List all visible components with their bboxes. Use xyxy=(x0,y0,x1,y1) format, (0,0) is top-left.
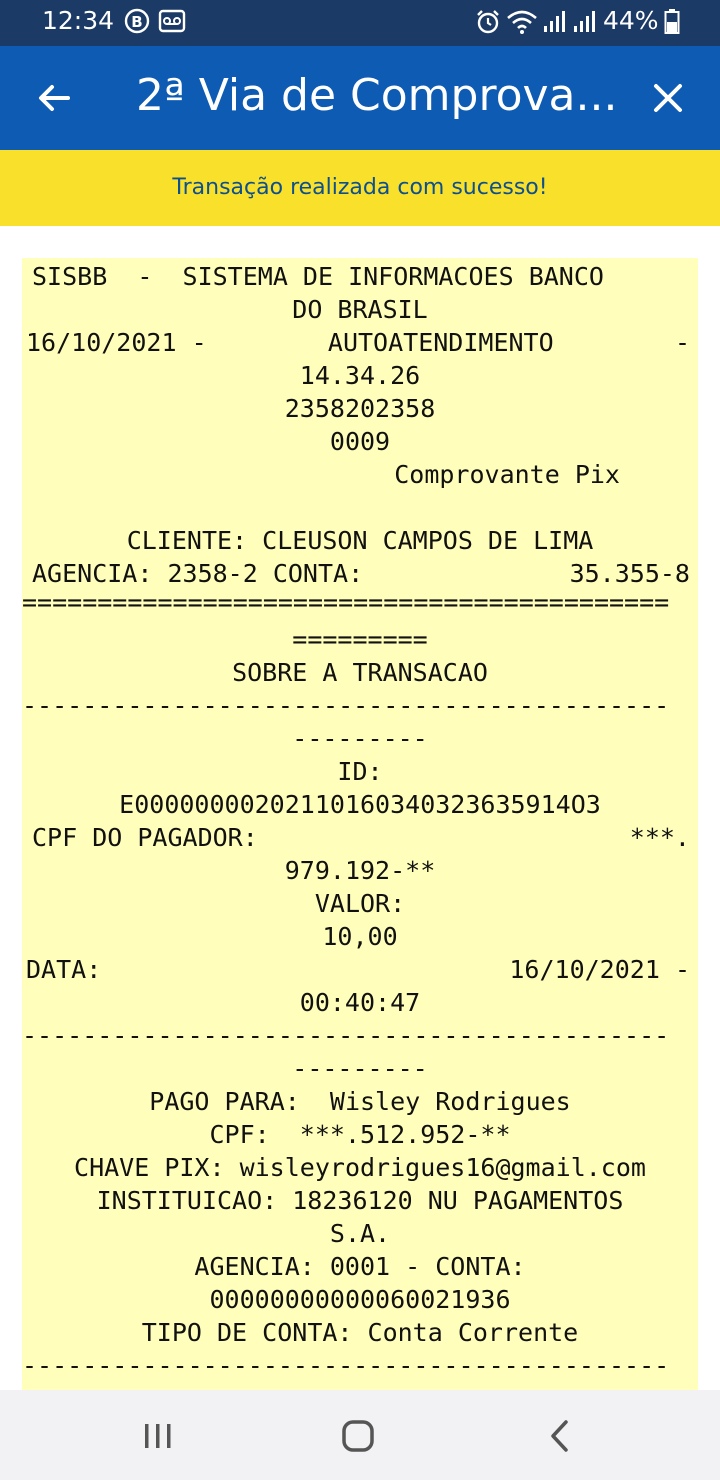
receipt-header-line: DO BRASIL xyxy=(292,295,428,324)
alarm-icon xyxy=(477,10,499,34)
app-bar: 2ª Via de Comprova... xyxy=(0,46,720,150)
separator: --------- xyxy=(292,1054,428,1083)
separator: ========= xyxy=(292,625,428,654)
status-bar: 12:34 B 44% xyxy=(0,0,720,46)
date-label: DATA: xyxy=(26,955,102,984)
separator: --------- xyxy=(292,724,428,753)
id-label: ID: xyxy=(337,757,383,786)
chevron-left-icon[interactable] xyxy=(538,1414,582,1458)
separator: ========================================… xyxy=(22,588,670,617)
b-badge-icon: B xyxy=(124,8,150,34)
payee-account: 00000000000060021936 xyxy=(209,1285,511,1314)
separator: ----------------------------------------… xyxy=(22,1351,670,1380)
id-value: E00000000202110160340323635914O3 xyxy=(119,790,601,819)
receipt-channel: AUTOATENDIMENTO xyxy=(327,328,554,357)
arrow-left-icon[interactable] xyxy=(32,76,76,120)
status-time: 12:34 xyxy=(42,6,115,35)
page-title: 2ª Via de Comprova... xyxy=(136,70,618,121)
signal-2-icon xyxy=(574,11,595,32)
section-title: SOBRE A TRANSACAO xyxy=(232,658,488,687)
receipt-date-row: 16/10/2021 - AUTOATENDIMENTO - xyxy=(22,326,698,359)
payer-cpf-row: CPF DO PAGADOR: ***. xyxy=(22,821,698,854)
value-amount: 10,00 xyxy=(322,922,398,951)
success-message: Transação realizada com sucesso! xyxy=(172,175,548,200)
receipt: SISBB - SISTEMA DE INFORMACOES BANCO DO … xyxy=(22,258,698,1390)
value-label: VALOR: xyxy=(314,889,406,918)
close-icon[interactable] xyxy=(646,76,690,120)
home-icon[interactable] xyxy=(336,1414,380,1458)
date-time: 00:40:47 xyxy=(299,988,421,1017)
recent-apps-icon[interactable] xyxy=(136,1414,180,1458)
pix-key: CHAVE PIX: wisleyrodrigues16@gmail.com xyxy=(74,1153,646,1182)
success-banner: Transação realizada com sucesso! xyxy=(0,150,720,226)
wifi-icon xyxy=(507,10,537,34)
date-value: 16/10/2021 - xyxy=(509,955,690,984)
payer-cpf-mask: ***. xyxy=(629,823,690,852)
separator: ----------------------------------------… xyxy=(22,691,670,720)
system-nav-bar xyxy=(0,1390,720,1480)
battery-level: 44% xyxy=(603,6,659,35)
receipt-header-line: SISBB - SISTEMA DE INFORMACOES BANCO xyxy=(32,262,604,291)
svg-text:B: B xyxy=(131,13,142,31)
receipt-doc-type: Comprovante Pix xyxy=(394,460,620,489)
paid-to: PAGO PARA: Wisley Rodrigues xyxy=(149,1087,571,1116)
separator: ----------------------------------------… xyxy=(22,1021,670,1050)
payer-cpf-value: 979.192-** xyxy=(284,856,436,885)
signal-1-icon xyxy=(544,11,565,32)
payer-cpf-label: CPF DO PAGADOR: xyxy=(32,823,258,852)
receipt-seq: 0009 xyxy=(329,427,391,456)
battery-icon xyxy=(664,9,680,34)
receipt-date: 16/10/2021 - xyxy=(26,328,207,357)
date-row: DATA: 16/10/2021 - xyxy=(22,953,698,986)
payee-cpf: CPF: ***.512.952-** xyxy=(209,1120,511,1149)
voicemail-icon xyxy=(158,9,186,33)
receipt-time: 14.34.26 xyxy=(299,361,421,390)
institution-cont: S.A. xyxy=(329,1219,391,1248)
receipt-terminal: 2358202358 xyxy=(284,394,436,423)
institution: INSTITUICAO: 18236120 NU PAGAMENTOS xyxy=(96,1186,624,1215)
receipt-client: CLIENTE: CLEUSON CAMPOS DE LIMA xyxy=(126,526,594,555)
account-type: TIPO DE CONTA: Conta Corrente xyxy=(141,1318,579,1347)
payee-agency: AGENCIA: 0001 - CONTA: xyxy=(194,1252,526,1281)
receipt-channel-dash: - xyxy=(674,328,690,357)
